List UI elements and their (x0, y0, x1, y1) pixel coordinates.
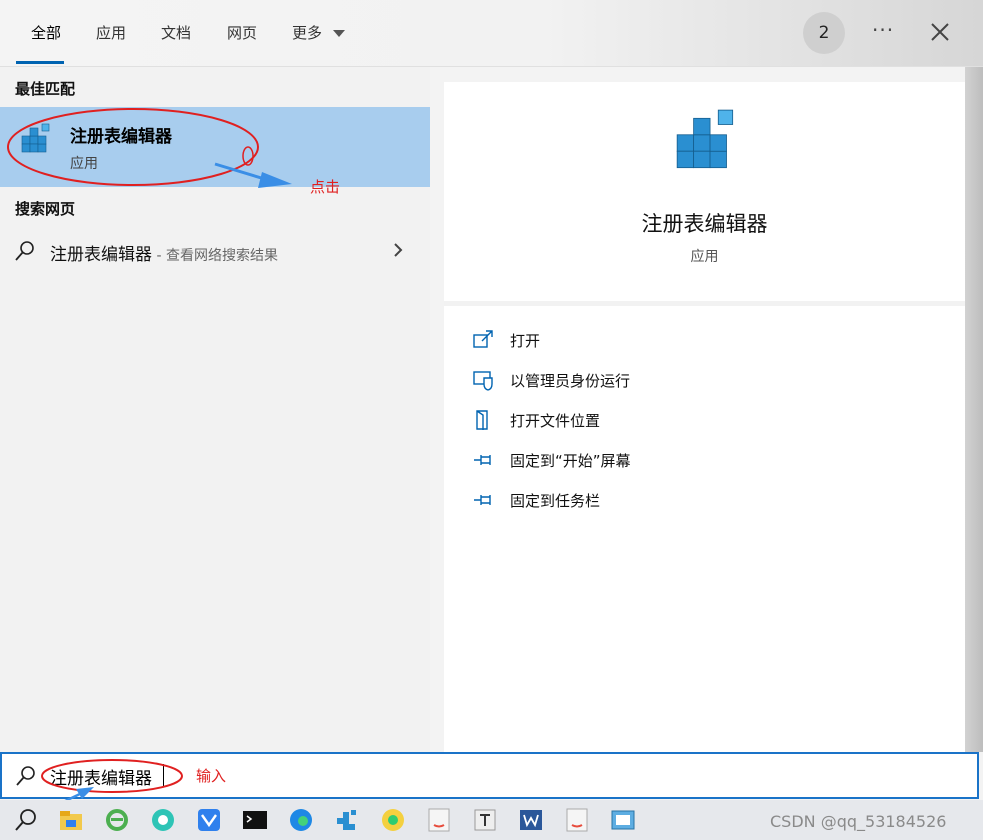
web-search-query: 注册表编辑器 (50, 245, 152, 265)
pin-icon (474, 455, 491, 465)
pin-icon (474, 495, 491, 505)
terminal-icon[interactable] (241, 806, 269, 834)
best-match-heading: 最佳匹配 (15, 80, 76, 98)
web-search-text: 注册表编辑器 - 查看网络搜索结果 (50, 240, 278, 265)
rewards-badge[interactable]: 2 (803, 12, 845, 54)
file-location-icon (476, 410, 488, 430)
details-title: 注册表编辑器 (641, 212, 768, 236)
more-options-button[interactable]: ··· (872, 18, 894, 42)
watermark: CSDN @qq_53184526 (770, 812, 947, 831)
close-icon[interactable] (926, 18, 954, 46)
search-icon (15, 241, 34, 261)
chevron-right-icon[interactable] (392, 242, 404, 258)
word-icon[interactable] (517, 806, 545, 834)
active-tab-indicator (16, 61, 64, 64)
action-pin-to-taskbar-label: 固定到任务栏 (510, 491, 601, 510)
web-search-hint: - 查看网络搜索结果 (152, 248, 278, 264)
action-open-label: 打开 (510, 331, 541, 350)
web-search-heading: 搜索网页 (15, 200, 76, 218)
shield-icon (473, 371, 493, 391)
action-pin-to-taskbar[interactable]: 固定到任务栏 (472, 488, 600, 512)
control-panel-icon[interactable] (609, 806, 637, 834)
taskbar-search-icon[interactable] (12, 806, 40, 834)
tab-documents[interactable]: 文档 (161, 22, 191, 43)
edge-browser-icon[interactable] (287, 806, 315, 834)
tab-more-label: 更多 (292, 24, 323, 42)
registry-editor-taskbar-icon[interactable] (333, 806, 361, 834)
details-type: 应用 (690, 249, 719, 265)
text-editor-icon[interactable] (471, 806, 499, 834)
action-run-as-admin-label: 以管理员身份运行 (510, 371, 631, 390)
tab-apps[interactable]: 应用 (96, 22, 126, 43)
java-app-icon-2[interactable] (563, 806, 591, 834)
file-explorer-icon[interactable] (57, 806, 85, 834)
action-pin-to-start[interactable]: 固定到“开始”屏幕 (472, 448, 631, 472)
browser-icon[interactable] (149, 806, 177, 834)
tab-all[interactable]: 全部 (31, 22, 61, 43)
action-pin-to-start-label: 固定到“开始”屏幕 (510, 451, 631, 470)
java-app-icon[interactable] (425, 806, 453, 834)
action-open[interactable]: 打开 (472, 328, 540, 352)
background-window-edge (965, 0, 983, 752)
media-app-icon[interactable] (379, 806, 407, 834)
click-annotation: 点击 (310, 178, 341, 196)
mail-app-icon[interactable] (195, 806, 223, 834)
tab-more[interactable]: 更多 (292, 22, 345, 43)
highlight-ellipse (7, 108, 292, 188)
registry-editor-large-icon (676, 109, 734, 169)
input-annotation: 输入 (196, 767, 227, 785)
action-run-as-admin[interactable]: 以管理员身份运行 (472, 368, 630, 392)
details-divider (444, 301, 965, 306)
action-open-file-location-label: 打开文件位置 (510, 411, 601, 430)
open-icon (473, 330, 493, 348)
tab-web[interactable]: 网页 (227, 22, 257, 43)
action-open-file-location[interactable]: 打开文件位置 (472, 408, 600, 432)
caret-down-icon (332, 29, 345, 37)
ie-browser-icon[interactable] (103, 806, 131, 834)
